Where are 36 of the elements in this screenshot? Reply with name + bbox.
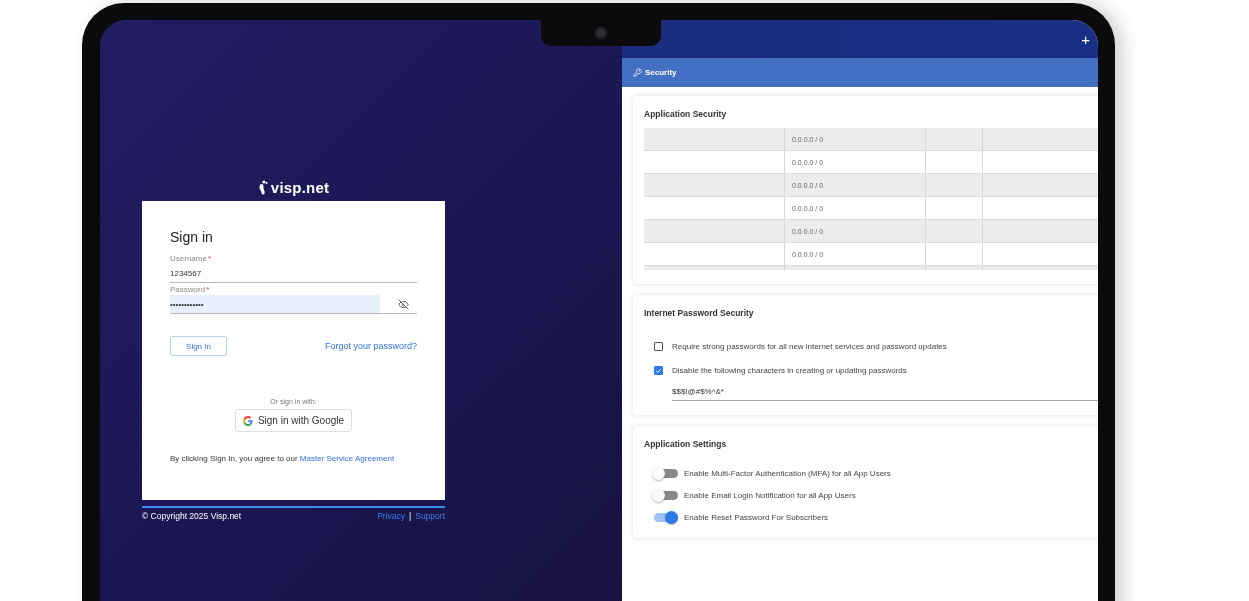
checkbox[interactable] (654, 366, 663, 375)
footprint-icon (257, 179, 268, 195)
toggle-label: Enable Reset Password For Subscribers (684, 513, 829, 522)
username-field[interactable]: 1234567 (170, 264, 417, 282)
google-sign-in-button[interactable]: Sign in with Google (234, 409, 353, 432)
agreement-text: By clicking Sign In, you agree to our (170, 454, 299, 463)
sign-in-button[interactable]: Sign In (170, 336, 227, 356)
footer-link[interactable]: Privacy (377, 511, 405, 521)
section-title: Security (645, 68, 677, 77)
checkbox-label: Disable the following characters in creating or updating passwords (672, 366, 907, 375)
key-icon (633, 68, 642, 77)
google-g-icon (242, 415, 253, 426)
sign-in-title: Sign in (170, 229, 214, 245)
logo-text: visp.net (270, 178, 330, 196)
field-label: Password* (170, 285, 211, 294)
footer-link[interactable]: Support (415, 511, 445, 521)
add-button[interactable]: + (1081, 31, 1090, 47)
toggle-label: Enable Email Login Notification for all App Users (684, 491, 856, 500)
toggle-switch[interactable] (652, 467, 678, 480)
card-title: Application Security (644, 109, 728, 119)
field-label: Username* (170, 254, 213, 263)
checkbox[interactable] (654, 342, 663, 351)
card-title: Application Settings (644, 439, 728, 449)
toggle-switch[interactable] (652, 511, 678, 524)
toggle-label: Enable Multi-Factor Authentication (MFA) for all App Users (684, 469, 891, 478)
camera-icon (594, 25, 608, 40)
copyright-text: © Copyright 2025 Visp.net (142, 511, 242, 521)
eye-off-icon[interactable] (398, 298, 409, 310)
input-field[interactable]: $$$!@#$%^&* (672, 387, 1098, 401)
checkbox-label: Require strong passwords for all new internet services and password updates (672, 342, 947, 351)
separator-text: | (409, 511, 412, 521)
card-title: Internet Password Security (644, 308, 755, 318)
agreement-link[interactable]: Master Service Agreement (299, 454, 395, 463)
toggle-switch[interactable] (652, 489, 678, 502)
forgot-password-link[interactable]: Forgot your password? (324, 341, 417, 351)
password-field[interactable]: •••••••••••• (170, 295, 380, 313)
